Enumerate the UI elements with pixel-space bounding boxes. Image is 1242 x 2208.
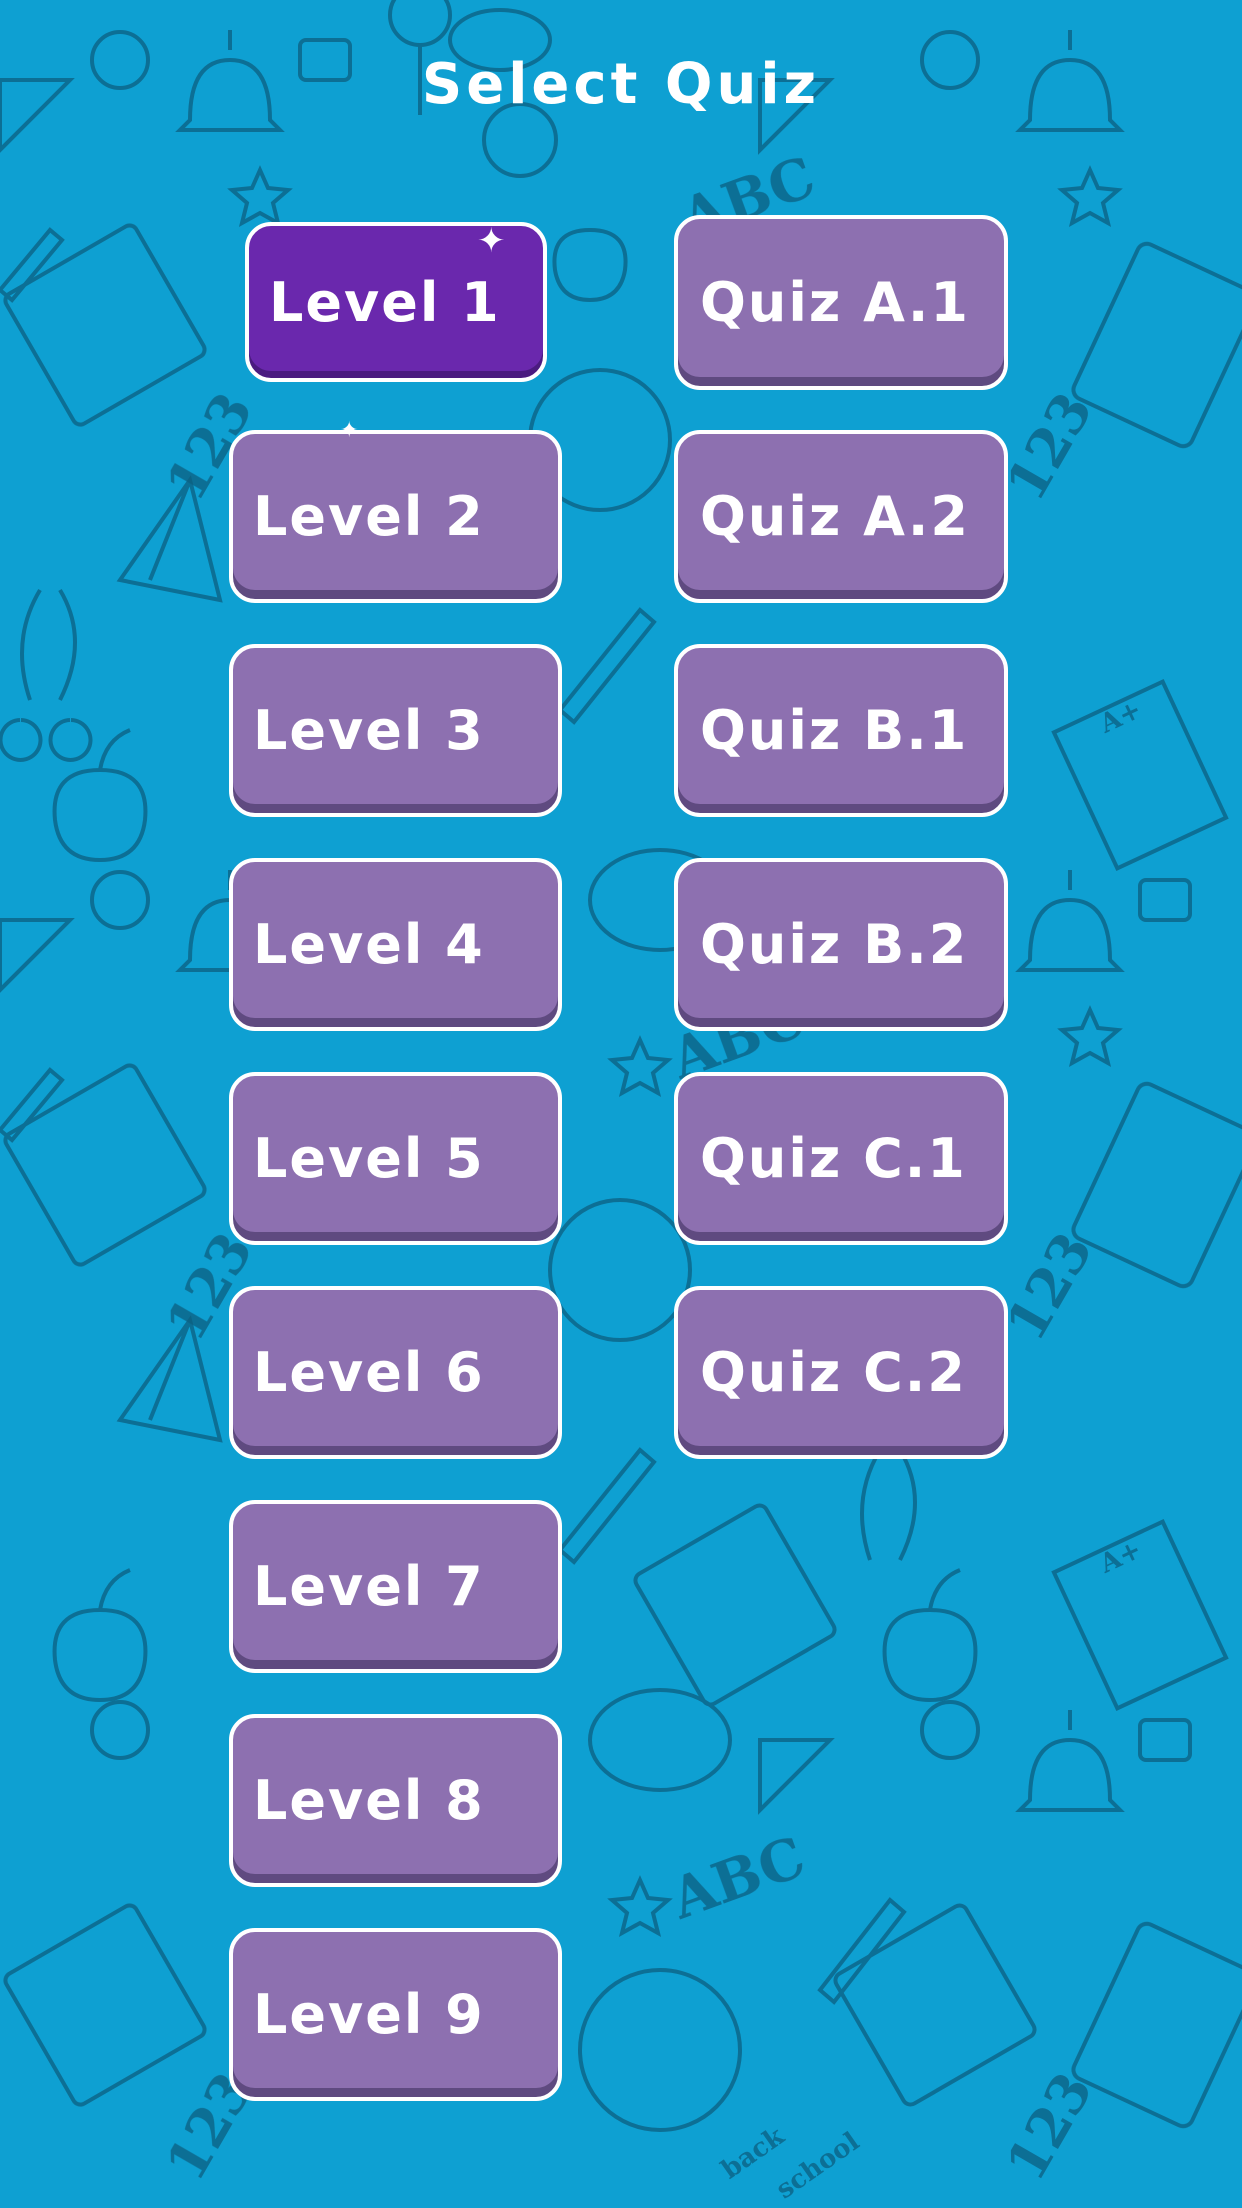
level-6-label: Level 6	[253, 1341, 485, 1404]
set-square-icon	[0, 918, 75, 993]
grade-doodle: A+	[1095, 695, 1147, 740]
level-5-button[interactable]: Level 5	[229, 1072, 562, 1245]
pencil-icon	[817, 1897, 907, 2005]
quiz-a2-label: Quiz A.2	[700, 485, 970, 548]
level-5-label: Level 5	[253, 1127, 485, 1190]
level-7-button[interactable]: Level 7	[229, 1500, 562, 1673]
bell-icon	[1015, 1710, 1125, 1812]
quiz-c1-label: Quiz C.1	[700, 1127, 967, 1190]
apple-icon	[552, 228, 628, 303]
back-to-school-doodle: school	[771, 2127, 865, 2206]
book-icon	[633, 1503, 837, 1707]
book-icon	[3, 1903, 207, 2107]
star-icon	[1057, 1005, 1123, 1067]
scissors-icon	[860, 1448, 917, 1561]
magnifier-icon	[388, 0, 452, 47]
apple-icon	[52, 728, 148, 863]
clock-icon	[90, 870, 150, 930]
sharpener-icon	[1138, 878, 1192, 922]
set-square-icon	[758, 1738, 835, 1815]
quiz-a1-button[interactable]: Quiz A.1	[674, 215, 1008, 390]
level-8-button[interactable]: Level 8	[229, 1714, 562, 1887]
star-icon	[607, 1035, 673, 1097]
quiz-b1-button[interactable]: Quiz B.1	[674, 644, 1008, 817]
level-4-button[interactable]: Level 4	[229, 858, 562, 1031]
quiz-c2-label: Quiz C.2	[700, 1341, 967, 1404]
pencil-icon	[557, 1447, 657, 1565]
scissors-icon	[0, 588, 93, 762]
level-8-label: Level 8	[253, 1769, 485, 1832]
abc-doodle: ABC	[662, 1824, 814, 1933]
clock-icon	[920, 1700, 980, 1760]
book-icon	[3, 223, 207, 427]
level-9-button[interactable]: Level 9	[229, 1928, 562, 2101]
level-3-button[interactable]: Level 3	[229, 644, 562, 817]
globe-icon	[548, 1198, 692, 1342]
school-doodle-background: ABC ABC ABC 123 123 123 123 123 123 A+ A…	[0, 0, 1242, 2206]
quiz-b2-button[interactable]: Quiz B.2	[674, 858, 1008, 1031]
quiz-b1-label: Quiz B.1	[700, 699, 969, 762]
pencil-icon	[0, 227, 65, 303]
quiz-b2-label: Quiz B.2	[700, 913, 969, 976]
globe-icon	[578, 1968, 742, 2132]
level-4-label: Level 4	[253, 913, 485, 976]
level-6-button[interactable]: Level 6	[229, 1286, 562, 1459]
apple-icon	[882, 1568, 978, 1703]
level-2-button[interactable]: Level 2	[229, 430, 562, 603]
sharpener-icon	[1138, 1718, 1192, 1762]
star-icon	[227, 165, 293, 227]
clock-icon	[90, 1700, 150, 1760]
pencil-icon	[0, 1067, 65, 1143]
quiz-a1-label: Quiz A.1	[700, 271, 970, 334]
book-icon	[3, 1063, 207, 1267]
star-icon	[1057, 165, 1123, 227]
level-1-label: Level 1	[269, 270, 501, 334]
level-3-label: Level 3	[253, 699, 485, 762]
star-icon	[607, 1875, 673, 1937]
level-9-label: Level 9	[253, 1983, 485, 2046]
page-title: Select Quiz	[421, 52, 821, 117]
palette-icon	[588, 1688, 732, 1792]
quiz-c2-button[interactable]: Quiz C.2	[674, 1286, 1008, 1459]
quiz-a2-button[interactable]: Quiz A.2	[674, 430, 1008, 603]
pencil-icon	[557, 607, 657, 725]
quiz-c1-button[interactable]: Quiz C.1	[674, 1072, 1008, 1245]
level-1-button[interactable]: Level 1 ✦	[245, 222, 547, 382]
level-2-label: Level 2	[253, 485, 485, 548]
grade-doodle: A+	[1095, 1535, 1147, 1580]
bell-icon	[1015, 870, 1125, 972]
level-7-label: Level 7	[253, 1555, 485, 1618]
sparkle-icon: ✦	[340, 418, 359, 443]
apple-icon	[52, 1568, 148, 1703]
sparkle-icon: ✦	[477, 221, 508, 261]
